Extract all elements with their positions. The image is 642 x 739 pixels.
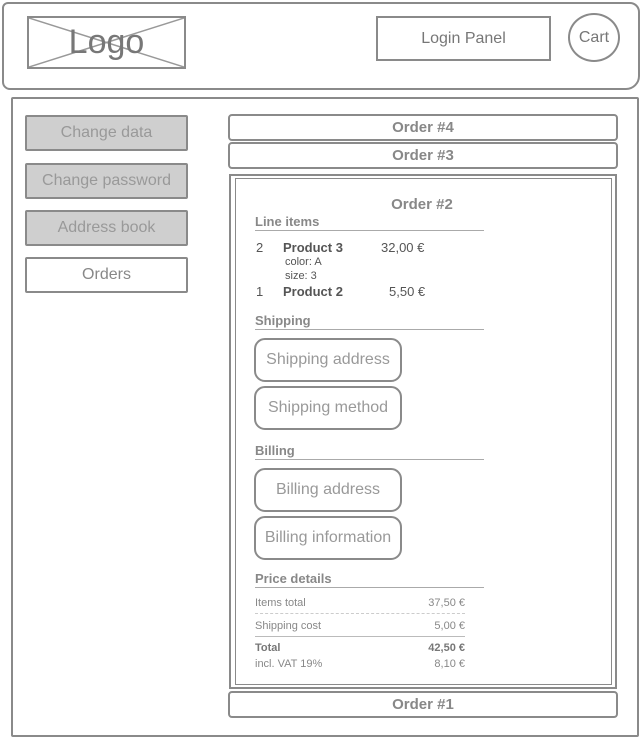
nav-orders-button[interactable]: Orders [25,257,188,293]
price-value: 5,00 € [434,620,465,632]
order-4-header[interactable]: Order #4 [228,114,618,141]
logo-text: Logo [68,23,145,61]
price-row-items-total: Items total 37,50 € [255,597,465,609]
order-1-header[interactable]: Order #1 [228,691,618,718]
shipping-heading: Shipping [255,313,484,330]
billing-address-button[interactable]: Billing address [254,468,402,512]
billing-information-button[interactable]: Billing information [254,516,402,560]
price-label: Shipping cost [255,620,322,632]
price-row-total: Total 42,50 € [255,642,465,654]
price-value: 42,50 € [428,642,465,654]
divider [255,636,465,637]
shipping-method-button[interactable]: Shipping method [254,386,402,430]
price-row-shipping-cost: Shipping cost 5,00 € [255,620,465,632]
price-label: Items total [255,597,306,609]
order-3-header[interactable]: Order #3 [228,142,618,169]
line-item-qty: 1 [256,284,264,299]
line-item-name: Product 2 [283,284,343,299]
price-label: Total [255,642,281,654]
nav-change-password-button[interactable]: Change password [25,163,188,199]
divider [255,613,465,614]
price-details-heading: Price details [255,571,484,588]
nav-change-data-button[interactable]: Change data [25,115,188,151]
line-item-name: Product 3 [283,240,343,255]
price-value: 8,10 € [434,658,465,670]
shipping-address-button[interactable]: Shipping address [254,338,402,382]
line-item-qty: 2 [256,240,264,255]
nav-address-book-button[interactable]: Address book [25,210,188,246]
line-item-price: 32,00 € [381,240,425,255]
billing-heading: Billing [255,443,484,460]
price-label: incl. VAT 19% [255,658,323,670]
logo-image: Logo [27,16,186,69]
line-item-attribute: color: A [285,256,322,268]
line-items-heading: Line items [255,214,484,231]
login-panel-button[interactable]: Login Panel [376,16,551,61]
cart-button[interactable]: Cart [568,13,620,62]
order-2-title[interactable]: Order #2 [370,196,474,213]
line-item-price: 5,50 € [389,284,426,299]
line-item-attribute: size: 3 [285,270,317,282]
price-value: 37,50 € [428,597,465,609]
price-row-vat: incl. VAT 19% 8,10 € [255,658,465,670]
